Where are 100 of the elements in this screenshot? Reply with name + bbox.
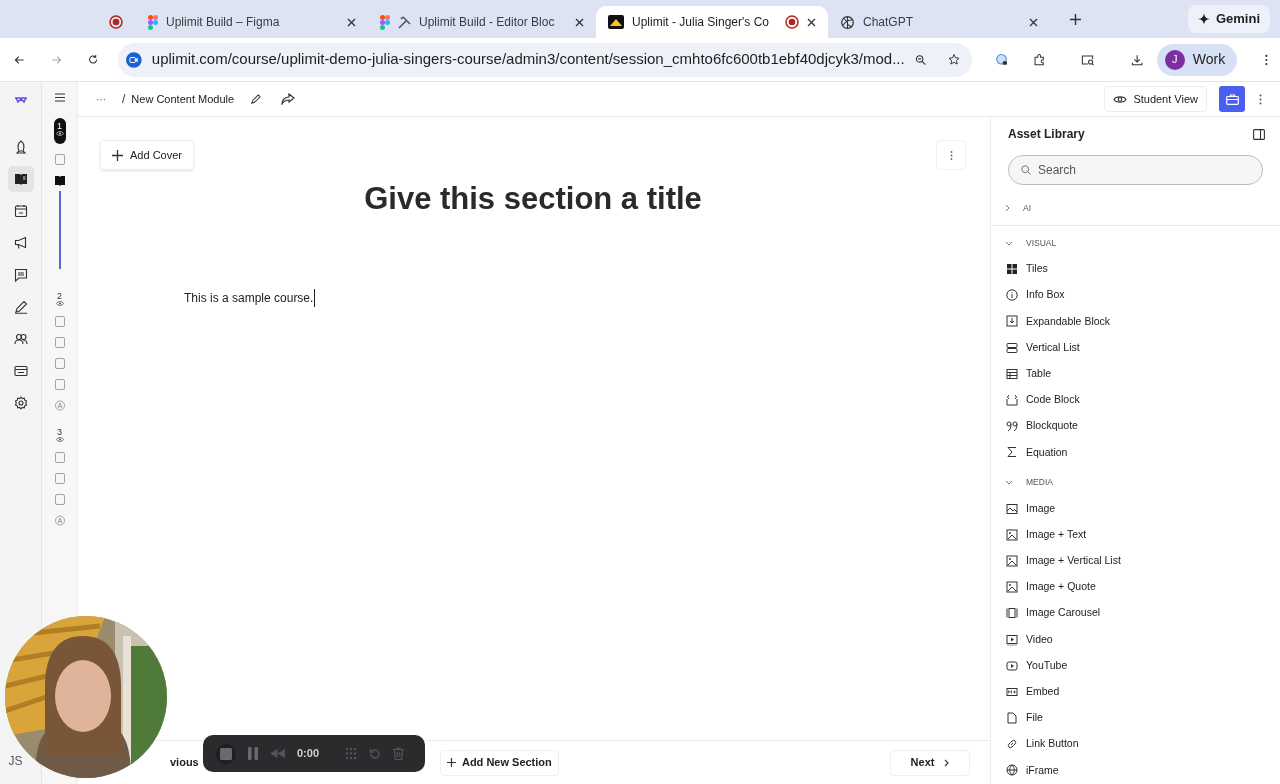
more-icon [949,150,953,160]
pause-icon[interactable] [248,747,258,760]
asset-item[interactable]: YouTube [991,652,1280,679]
image-icon [1006,581,1018,594]
close-icon[interactable] [1029,17,1038,27]
sparkle-icon [1197,13,1210,25]
breadcrumb-ellipsis[interactable]: ··· [96,91,106,107]
section-title[interactable]: Give this section a title [364,176,702,223]
asset-item[interactable]: Image + Text [991,521,1280,548]
asset-item[interactable]: Image [991,495,1280,522]
asset-item[interactable]: Blockquote [991,413,1280,440]
module-title: New Content Module [131,91,235,107]
address-bar[interactable]: uplimit.com/course/uplimit-demo-julia-singers-course/admin3/content/session_cmhto6fc600tb1ebf40djcyk3/mod... [118,42,973,77]
tab-title: Uplimit - Julia Singer's Co [632,14,770,31]
plus-icon [112,149,123,161]
body-text[interactable]: This is a sample course. [184,288,316,307]
asset-item[interactable]: iFrame [991,757,1280,784]
chevron-right-icon [944,758,950,767]
browser-tab[interactable]: Uplimit Build - Editor Bloc [368,6,596,38]
student-view-button[interactable]: Student View [1104,86,1207,112]
mountain-icon [608,15,624,29]
close-icon[interactable] [347,17,356,27]
section-badge[interactable]: 1 [53,118,66,144]
book-icon[interactable] [54,175,65,186]
nav-button[interactable] [7,166,34,192]
new-tab-icon[interactable] [1070,14,1081,25]
previous-button[interactable]: vious [170,754,199,771]
asset-item[interactable]: Tiles [991,256,1280,283]
asset-item[interactable]: Video [991,626,1280,653]
gear-icon [13,396,28,410]
browser-tab[interactable]: ChatGPT [828,6,1050,38]
asset-item[interactable]: Code Block [991,386,1280,414]
code-icon [1006,394,1018,407]
chevron-down-icon [1005,240,1013,246]
chat-icon [13,268,28,282]
section-badge[interactable]: 3 [53,425,66,442]
pencil-icon [13,300,28,314]
megaphone-icon [13,236,28,250]
asset-item[interactable]: Vertical List [991,334,1280,361]
group-header[interactable]: AI [991,195,1280,221]
asset-item[interactable]: Embed [991,678,1280,705]
close-icon[interactable] [575,17,584,27]
close-icon[interactable] [807,17,816,27]
tab-title: Uplimit Build – Figma [166,14,281,31]
toolbox-button[interactable] [1219,86,1245,112]
url-text: uplimit.com/course/uplimit-demo-julia-singers-course/admin3/content/session_cmhto6fc600tb1ebf40djcyk3/mod... [151,49,905,70]
profile-button[interactable]: J Work [1156,43,1238,76]
download-box-icon [1006,315,1018,328]
restart-icon[interactable] [369,747,382,760]
group-header[interactable]: MEDIA [991,469,1280,496]
recording-time: 0:00 [297,746,320,762]
next-button[interactable]: Next [890,749,970,776]
table-icon [1006,367,1018,380]
stop-button[interactable] [216,743,236,764]
asset-item[interactable]: File [991,705,1280,732]
panel-title: Asset Library [1008,126,1085,143]
menu-icon[interactable] [54,93,65,102]
link-icon [1006,738,1018,751]
star-icon[interactable] [948,51,961,68]
plus-icon [446,758,456,767]
edit-icon[interactable] [250,93,262,105]
reload-icon[interactable] [87,52,99,67]
add-section-button[interactable]: Add New Section [439,749,559,776]
asset-item[interactable]: Equation [991,439,1280,466]
search-field[interactable]: Search [1008,155,1263,185]
eye-icon [55,131,64,136]
more-icon[interactable] [1259,93,1262,105]
sigma-icon [1006,446,1018,459]
browser-tab[interactable]: Uplimit Build – Figma [136,6,368,38]
browser-tab[interactable]: Uplimit - Julia Singer's Co [596,6,828,38]
profile-label: Work [1192,50,1226,69]
asset-item[interactable]: Table [991,360,1280,387]
chevron-right-icon [1005,204,1010,212]
info-icon [1006,289,1018,302]
asset-item[interactable]: Image Carousel [991,600,1280,627]
section-badge[interactable]: 2 [53,289,66,306]
group-header[interactable]: VISUAL [991,230,1280,256]
user-initials[interactable]: JS [8,755,23,767]
tab-title: ChatGPT [863,14,914,31]
add-cover-button[interactable]: Add Cover [100,140,194,170]
asset-item[interactable]: Link Button [991,731,1280,758]
asset-item[interactable]: Image + Quote [991,574,1280,601]
chevron-down-icon [1005,480,1013,485]
gemini-button[interactable]: Gemini [1187,5,1270,33]
knot-icon [840,14,855,30]
quote-icon [1006,420,1018,433]
asset-item[interactable]: Image + Vertical List [991,547,1280,575]
calendar-icon [13,204,28,218]
asset-item[interactable]: Info Box [991,282,1280,309]
figma-icon [148,14,158,30]
people-icon [13,332,28,346]
share-icon[interactable] [281,93,296,105]
tools-icon [398,15,411,29]
grid-icon [1006,263,1018,276]
asset-item[interactable]: Expandable Block [991,308,1280,335]
book-icon [13,172,28,186]
logo-icon[interactable] [13,96,28,104]
play-icon [1006,659,1018,672]
image-icon [1006,554,1018,567]
panel-toggle-icon[interactable] [1253,128,1265,140]
